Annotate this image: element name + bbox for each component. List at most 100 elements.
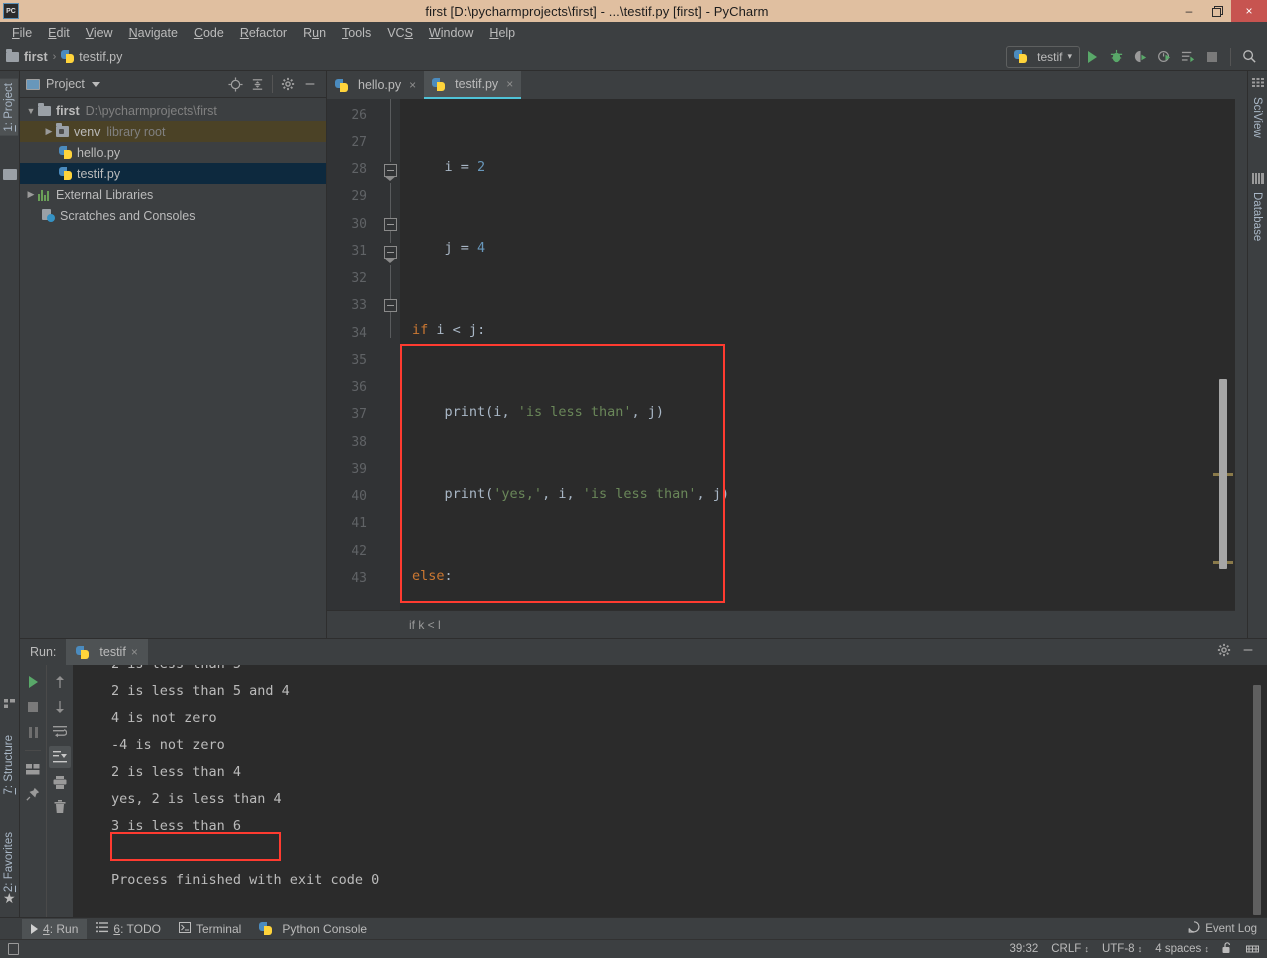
pause-output-button[interactable] — [22, 721, 44, 743]
fold-marker-if[interactable] — [384, 164, 397, 181]
close-icon[interactable]: × — [131, 645, 138, 659]
tool-window-button-project[interactable]: 1: Project — [0, 79, 18, 136]
tool-window-button-database[interactable]: Database — [1249, 188, 1265, 245]
toolbar-divider — [1230, 47, 1231, 66]
tree-node-venv[interactable]: ▶ venv library root — [20, 121, 326, 142]
pin-tab-button[interactable] — [22, 783, 44, 805]
bottom-tab-run[interactable]: 4: Run — [22, 918, 88, 939]
clear-all-button[interactable] — [49, 796, 71, 818]
toolbar-divider — [25, 750, 41, 751]
menu-edit[interactable]: Edit — [40, 25, 78, 41]
layout-button[interactable] — [22, 758, 44, 780]
lock-icon[interactable] — [1222, 941, 1233, 957]
menu-file[interactable]: File — [4, 25, 40, 41]
run-with-console-button[interactable] — [1176, 46, 1200, 68]
menu-code[interactable]: Code — [186, 25, 232, 41]
print-button[interactable] — [49, 771, 71, 793]
menu-tools[interactable]: Tools — [334, 25, 379, 41]
search-button[interactable] — [1237, 46, 1261, 68]
code-editor[interactable]: 26 27 28 29 30 31 32 33 34 35 36 37 38 3… — [327, 99, 1235, 610]
profile-button[interactable] — [1152, 46, 1176, 68]
expand-arrow-icon[interactable]: ▶ — [42, 126, 56, 137]
coverage-button[interactable] — [1128, 46, 1152, 68]
document-icon[interactable] — [8, 943, 19, 955]
menu-help[interactable]: Help — [481, 25, 523, 41]
caret-position[interactable]: 39:32 — [1009, 943, 1038, 955]
bottom-tab-python-console[interactable]: Python Console — [250, 919, 376, 939]
sciview-label: SciView — [1251, 97, 1263, 138]
run-button[interactable] — [1080, 46, 1104, 68]
tool-window-button-sciview[interactable]: SciView — [1249, 93, 1265, 142]
bottom-tab-label: 4: Run — [43, 921, 79, 936]
run-console-output[interactable]: 2 is less than 5 2 is less than 5 and 4 … — [73, 665, 1267, 918]
close-button[interactable]: × — [1231, 0, 1267, 22]
breadcrumb-separator: › — [52, 50, 57, 63]
line-separator[interactable]: CRLF ↕ — [1051, 943, 1089, 955]
menu-window[interactable]: Window — [421, 25, 481, 41]
scroll-to-end-button[interactable] — [48, 746, 71, 768]
database-icon — [1252, 171, 1264, 189]
soft-wrap-button[interactable] — [49, 721, 71, 743]
expand-arrow-icon[interactable]: ▶ — [24, 189, 38, 200]
editor-tab-hello-py[interactable]: hello.py × — [327, 71, 425, 99]
project-settings-button[interactable] — [278, 74, 298, 94]
run-settings-button[interactable] — [1217, 643, 1231, 662]
debug-button[interactable] — [1104, 46, 1128, 68]
menu-navigate[interactable]: Navigate — [121, 25, 186, 41]
line-number-gutter[interactable]: 26 27 28 29 30 31 32 33 34 35 36 37 38 3… — [327, 99, 400, 610]
stop-process-button[interactable] — [22, 696, 44, 718]
rerun-button[interactable] — [22, 671, 44, 693]
fold-marker-end-else[interactable] — [384, 299, 397, 312]
close-icon[interactable]: × — [506, 77, 513, 91]
maximize-button[interactable] — [1203, 0, 1231, 22]
menu-vcs[interactable]: VCS — [379, 25, 421, 41]
profile-icon — [1157, 51, 1170, 62]
minimize-button[interactable]: – — [1175, 0, 1203, 22]
run-configuration-selector[interactable]: testif ▾ — [1006, 45, 1080, 68]
menu-refactor[interactable]: Refactor — [232, 25, 295, 41]
project-panel-actions — [225, 74, 320, 94]
editor-breadcrumb[interactable]: if k < l — [327, 610, 1235, 638]
tree-node-hello-py[interactable]: hello.py — [20, 142, 326, 163]
code-lines[interactable]: i = 2 j = 4 if i < j: print(i, 'is less … — [400, 99, 1235, 610]
close-icon[interactable]: × — [409, 78, 416, 92]
fold-marker-else[interactable] — [384, 246, 397, 263]
expand-arrow-icon[interactable]: ▼ — [24, 106, 38, 116]
indent-setting[interactable]: 4 spaces ↕ — [1155, 943, 1209, 955]
tree-node-first[interactable]: ▼ first D:\pycharmprojects\first — [20, 100, 326, 121]
menu-view[interactable]: View — [78, 25, 121, 41]
run-hide-button[interactable] — [1241, 643, 1255, 662]
bottom-tab-terminal[interactable]: Terminal — [170, 919, 250, 939]
bottom-tab-todo[interactable]: 6: TODO — [87, 919, 170, 939]
chevron-down-icon[interactable] — [91, 81, 100, 87]
console-line-partial: 2 is less than 5 — [111, 665, 241, 678]
breadcrumb-project[interactable]: first — [6, 48, 48, 64]
hide-panel-button[interactable] — [300, 74, 320, 94]
logo-text: PC — [6, 7, 16, 15]
next-occurrence-button[interactable] — [49, 696, 71, 718]
stop-button[interactable] — [1200, 46, 1224, 68]
fold-marker-end-if[interactable] — [384, 218, 397, 231]
run-tab-testif[interactable]: testif × — [66, 639, 148, 665]
collapse-all-button[interactable] — [247, 74, 267, 94]
vcs-icon[interactable] — [1246, 942, 1259, 957]
editor-scrollbar-thumb[interactable] — [1219, 379, 1227, 569]
tree-node-external-libraries[interactable]: ▶ External Libraries — [20, 184, 326, 205]
tool-window-button-structure[interactable]: 7: Structure — [0, 731, 18, 798]
tool-window-button-favorites[interactable]: 2: Favorites — [0, 828, 18, 896]
event-log-area[interactable]: Event Log — [1188, 920, 1267, 938]
breadcrumb-file[interactable]: testif.py — [61, 50, 122, 64]
tree-node-testif-py[interactable]: testif.py — [20, 163, 326, 184]
collapse-all-icon — [252, 78, 262, 90]
venv-folder-icon — [56, 123, 69, 137]
menu-run[interactable]: Run — [295, 25, 334, 41]
console-scrollbar-thumb[interactable] — [1253, 685, 1261, 915]
editor-tab-label: testif.py — [455, 77, 499, 91]
file-encoding[interactable]: UTF-8 ↕ — [1102, 943, 1142, 955]
run-window-header-actions — [1217, 643, 1267, 662]
editor-tab-testif-py[interactable]: testif.py × — [424, 71, 522, 99]
previous-occurrence-button[interactable] — [49, 671, 71, 693]
select-opened-file-button[interactable] — [225, 74, 245, 94]
tree-node-scratches[interactable]: Scratches and Consoles — [20, 205, 326, 226]
structure-icon — [4, 696, 16, 714]
